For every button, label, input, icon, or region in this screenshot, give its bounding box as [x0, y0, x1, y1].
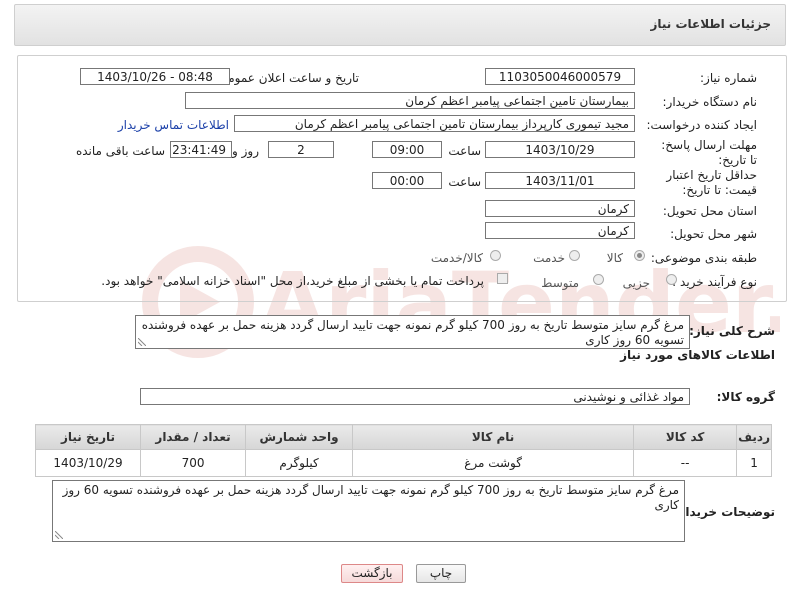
goods-table: ردیف کد کالا نام کالا واحد شمارش تعداد /… — [34, 424, 772, 477]
cell-quantity: 700 — [140, 449, 247, 477]
resize-handle-icon[interactable] — [138, 338, 146, 346]
goods-table-header-row: ردیف کد کالا نام کالا واحد شمارش تعداد /… — [34, 424, 772, 450]
category-radio-goods[interactable] — [634, 250, 645, 261]
cell-item-code: -- — [633, 449, 738, 477]
cell-row-number: 1 — [736, 449, 772, 477]
resize-handle-icon[interactable] — [55, 531, 63, 539]
need-number-label: شماره نیاز: — [700, 71, 757, 85]
col-need-date: تاریخ نیاز — [34, 424, 142, 450]
category-radio-goods-service[interactable] — [490, 250, 501, 261]
table-row[interactable]: 1 -- گوشت مرغ کیلوگرم 700 1403/10/29 — [34, 449, 772, 477]
delivery-province-label: استان محل تحویل: — [662, 204, 757, 218]
buyer-org-field[interactable]: بیمارستان تامین اجتماعی پیامبر اعظم کرما… — [185, 92, 635, 109]
process-option-minor: جزیی — [622, 276, 650, 290]
category-option-goods: کالا — [606, 251, 623, 265]
announce-datetime-field[interactable]: 1403/10/26 - 08:48 — [80, 68, 230, 85]
col-quantity: تعداد / مقدار — [140, 424, 247, 450]
process-type-label: نوع فرآیند خرید : — [672, 275, 757, 289]
buyer-org-label: نام دستگاه خریدار: — [662, 95, 758, 109]
reply-deadline-time[interactable]: 09:00 — [372, 141, 442, 158]
back-button[interactable]: بازگشت — [341, 564, 403, 583]
delivery-city-field[interactable]: کرمان — [485, 222, 635, 239]
delivery-province-field[interactable]: کرمان — [485, 200, 635, 217]
reply-deadline-date[interactable]: 1403/10/29 — [485, 141, 635, 158]
page-header: جزئیات اطلاعات نیاز — [14, 4, 786, 46]
price-validity-time-label: ساعت — [448, 175, 481, 189]
goods-section-title: اطلاعات کالاهای مورد نیاز — [620, 348, 775, 362]
price-validity-time[interactable]: 00:00 — [372, 172, 442, 189]
category-option-service: خدمت — [533, 251, 565, 265]
goods-group-label: گروه کالا: — [716, 390, 775, 404]
description-text: مرغ گرم سایز متوسط تاریخ به روز 700 کیلو… — [141, 318, 684, 347]
price-validity-date[interactable]: 1403/11/01 — [485, 172, 635, 189]
description-textarea[interactable]: مرغ گرم سایز متوسط تاریخ به روز 700 کیلو… — [135, 315, 690, 349]
col-item-name: نام کالا — [352, 424, 635, 450]
category-radio-service[interactable] — [569, 250, 580, 261]
print-button[interactable]: چاپ — [416, 564, 466, 583]
buyer-contact-link[interactable]: اطلاعات تماس خریدار — [118, 118, 229, 132]
treasury-bonds-checkbox[interactable] — [497, 273, 508, 284]
need-number-field[interactable]: 1103050046000579 — [485, 68, 635, 85]
treasury-bonds-note: پرداخت تمام یا بخشی از مبلغ خرید،از محل … — [101, 274, 484, 288]
description-label: شرح کلی نیاز: — [689, 324, 775, 338]
announce-datetime-label: تاریخ و ساعت اعلان عمومی: — [214, 71, 359, 85]
buyer-notes-text: مرغ گرم سایز متوسط تاریخ به روز 700 کیلو… — [62, 483, 679, 512]
requester-field[interactable]: مجید تیموری کارپرداز بیمارستان تامین اجت… — [234, 115, 635, 132]
reply-days-field[interactable]: 2 — [268, 141, 334, 158]
reply-deadline-time-label: ساعت — [448, 144, 481, 158]
remaining-time-label: ساعت باقی مانده — [75, 144, 165, 158]
cell-item-name: گوشت مرغ — [352, 449, 635, 477]
process-radio-minor[interactable] — [666, 274, 677, 285]
col-row-number: ردیف — [736, 424, 772, 450]
cell-need-date: 1403/10/29 — [34, 449, 142, 477]
cell-unit: کیلوگرم — [245, 449, 354, 477]
price-validity-label: حداقل تاریخ اعتبار قیمت: تا تاریخ: — [666, 168, 757, 197]
page-title: جزئیات اطلاعات نیاز — [650, 17, 771, 31]
category-option-goods-service: کالا/خدمت — [430, 251, 483, 265]
buyer-notes-label: توضیحات خریدار: — [673, 505, 775, 519]
requester-label: ایجاد کننده درخواست: — [646, 118, 757, 132]
category-label: طبقه بندی موضوعی: — [650, 251, 757, 265]
col-item-code: کد کالا — [633, 424, 738, 450]
process-option-medium: متوسط — [541, 276, 579, 290]
goods-group-field[interactable]: مواد غذائی و نوشیدنی — [140, 388, 690, 405]
reply-days-label: روز و — [232, 144, 259, 158]
col-unit: واحد شمارش — [245, 424, 354, 450]
buyer-notes-textarea[interactable]: مرغ گرم سایز متوسط تاریخ به روز 700 کیلو… — [52, 480, 685, 542]
reply-deadline-label: مهلت ارسال پاسخ: تا تاریخ: — [661, 138, 757, 167]
remaining-time-field[interactable]: 23:41:49 — [170, 141, 232, 158]
process-radio-medium[interactable] — [593, 274, 604, 285]
delivery-city-label: شهر محل تحویل: — [670, 227, 757, 241]
